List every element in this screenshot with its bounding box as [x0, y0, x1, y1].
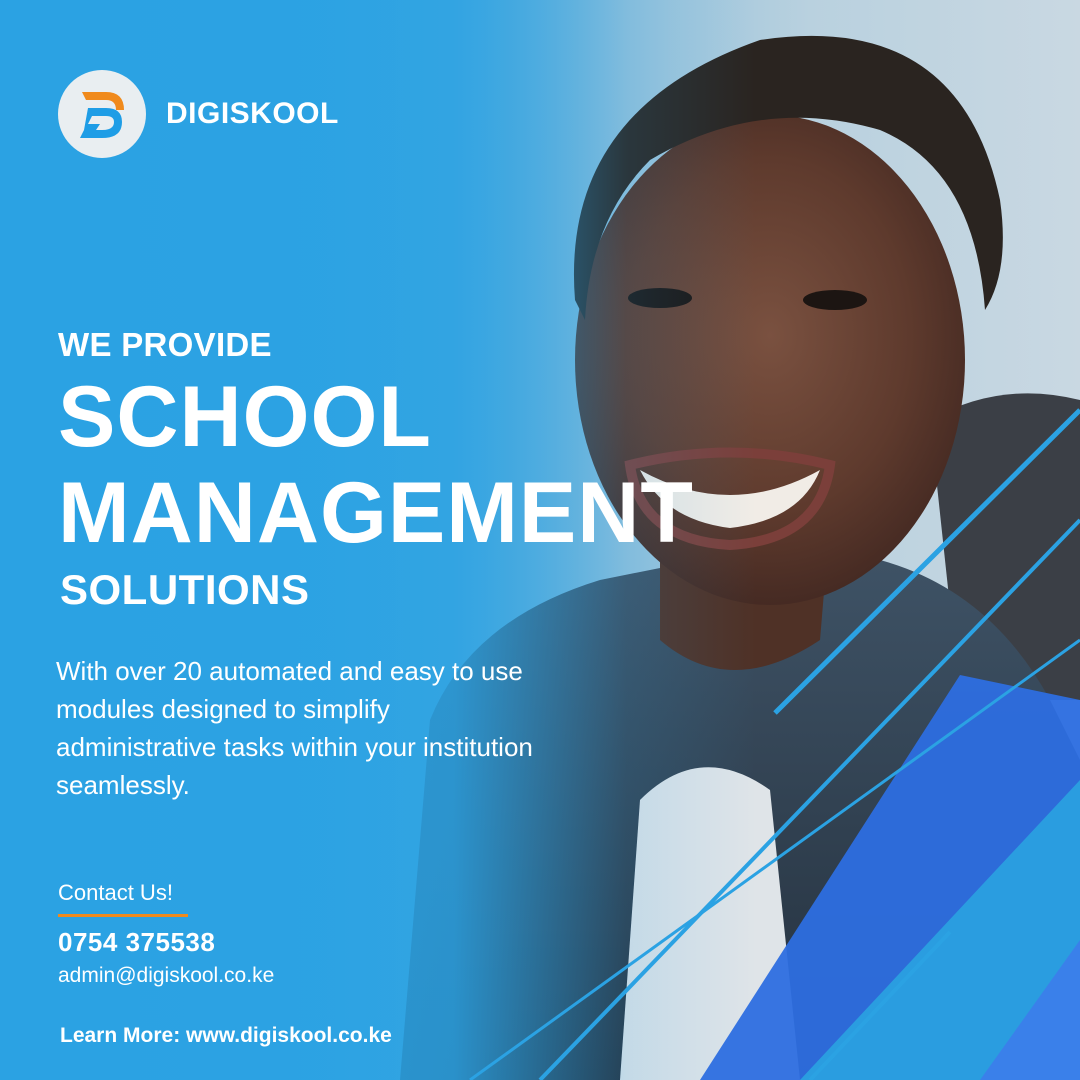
headline-tail: SOLUTIONS	[60, 566, 310, 613]
headline-kicker: WE PROVIDE	[58, 326, 272, 363]
contact-title: Contact Us!	[58, 880, 173, 905]
contact-email[interactable]: admin@digiskool.co.ke	[58, 964, 274, 988]
contact-underline	[58, 914, 188, 917]
learn-more-link[interactable]: www.digiskool.co.ke	[186, 1024, 392, 1047]
headline-line-2: MANAGEMENT	[58, 465, 694, 561]
brand-name: DIGISKOOL	[166, 97, 339, 130]
description-text: With over 20 automated and easy to use m…	[56, 656, 533, 800]
brand-header: DIGISKOOL	[58, 70, 339, 158]
headline: WE PROVIDE SCHOOL MANAGEMENT SOLUTIONS	[58, 326, 694, 614]
learn-more: Learn More: www.digiskool.co.ke	[60, 1024, 392, 1048]
ad-canvas: DIGISKOOL WE PROVIDE SCHOOL MANAGEMENT S…	[0, 0, 1080, 1080]
headline-line-1: SCHOOL	[58, 369, 432, 465]
contact-phone[interactable]: 0754 375538	[58, 927, 274, 958]
digiskool-logo-icon	[58, 70, 146, 158]
contact-block: Contact Us! 0754 375538 admin@digiskool.…	[58, 880, 274, 988]
learn-more-label: Learn More:	[60, 1024, 181, 1047]
